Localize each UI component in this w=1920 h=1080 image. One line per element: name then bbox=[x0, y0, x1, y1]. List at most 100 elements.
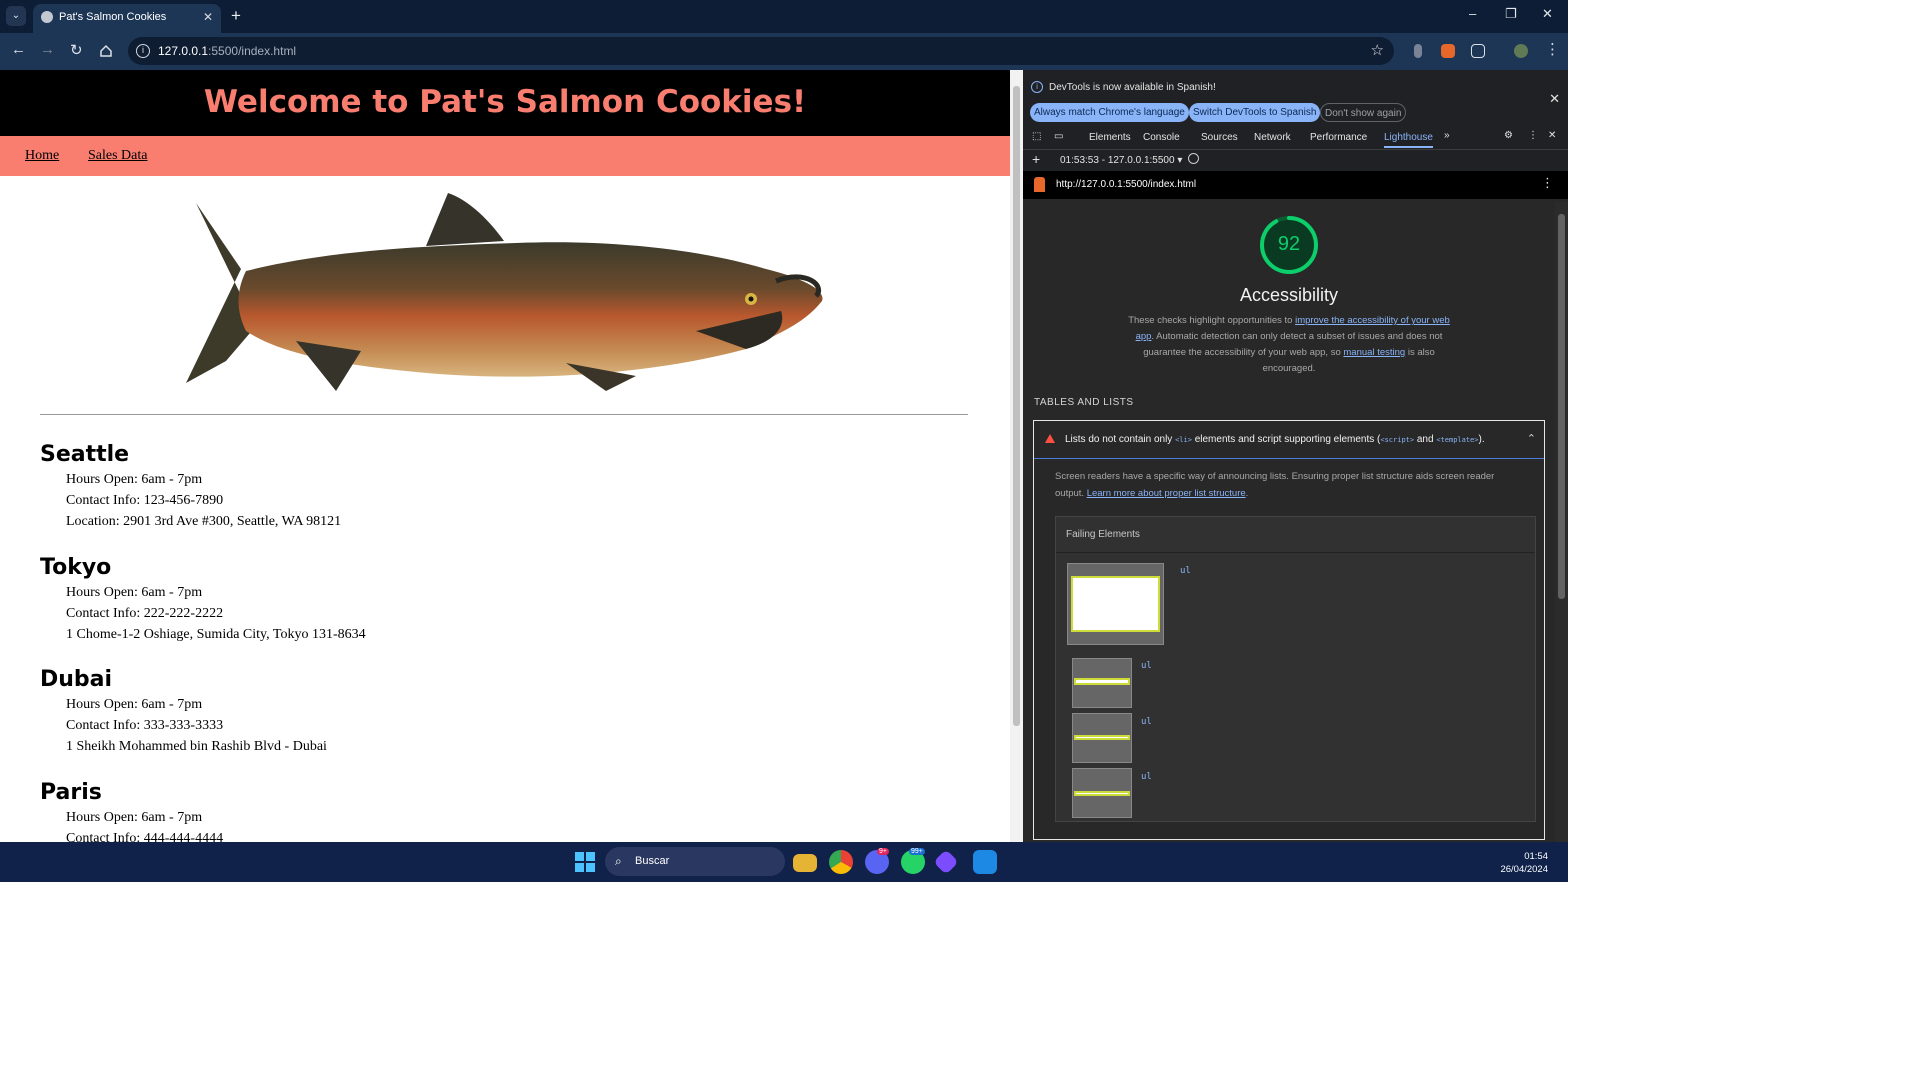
clear-reports-icon[interactable] bbox=[1188, 153, 1199, 164]
forward-icon[interactable]: → bbox=[40, 41, 55, 58]
devtools-scrollbar-thumb[interactable] bbox=[1558, 214, 1565, 599]
info-icon: i bbox=[1031, 81, 1043, 93]
lighthouse-extension-icon[interactable] bbox=[1441, 44, 1455, 58]
audit-list-structure: Lists do not contain only <li> elements … bbox=[1033, 420, 1545, 840]
devtools-scrollbar[interactable] bbox=[1555, 202, 1568, 842]
failing-node-ul[interactable]: ul bbox=[1141, 661, 1152, 671]
address-bar[interactable]: i 127.0.0.1:5500/index.html ☆ bbox=[128, 37, 1394, 65]
element-screenshot[interactable] bbox=[1072, 658, 1132, 708]
city-contact: Contact Info: 333-333-3333 bbox=[66, 718, 224, 733]
learn-more-link[interactable]: Learn more about proper list structure bbox=[1087, 488, 1246, 499]
site-title: Welcome to Pat's Salmon Cookies! bbox=[203, 84, 807, 120]
web-page: Welcome to Pat's Salmon Cookies! Home Sa… bbox=[0, 70, 1010, 842]
lighthouse-toolbar: + 01:53:53 - 127.0.0.1:5500 ▾ bbox=[1023, 150, 1568, 171]
browser-tab-strip: ⌄ Pat's Salmon Cookies ✕ + – ❐ ✕ bbox=[0, 0, 1568, 33]
url-path: :5500/index.html bbox=[208, 44, 297, 58]
city-paris: Paris Hours Open: 6am - 7pm Contact Info… bbox=[40, 779, 223, 842]
failing-node-ul[interactable]: ul bbox=[1180, 566, 1191, 576]
tab-console[interactable]: Console bbox=[1143, 132, 1180, 143]
nav-home-link[interactable]: Home bbox=[25, 148, 59, 164]
lighthouse-report: 92 Accessibility These checks highlight … bbox=[1023, 199, 1568, 842]
more-tabs-icon[interactable]: » bbox=[1444, 130, 1450, 141]
switch-spanish-button[interactable]: Switch DevTools to Spanish bbox=[1189, 103, 1321, 122]
page-scrollbar-thumb[interactable] bbox=[1013, 86, 1020, 726]
city-location: Location: 2901 3rd Ave #300, Seattle, WA… bbox=[66, 514, 342, 529]
city-name: Tokyo bbox=[40, 555, 112, 580]
whatsapp-badge: 99+ bbox=[909, 848, 925, 855]
site-nav: Home Sales Data bbox=[0, 136, 1010, 176]
minimize-button[interactable]: – bbox=[1469, 6, 1476, 21]
windows-taskbar: ⌕ Buscar 9+ 99+ 01:54 26/04/2024 bbox=[0, 842, 1568, 882]
report-url[interactable]: http://127.0.0.1:5500/index.html bbox=[1056, 179, 1196, 190]
tab-title: Pat's Salmon Cookies bbox=[59, 11, 167, 23]
city-tokyo: Tokyo Hours Open: 6am - 7pm Contact Info… bbox=[40, 554, 366, 645]
tab-lighthouse[interactable]: Lighthouse bbox=[1384, 132, 1433, 148]
divider bbox=[40, 414, 968, 415]
city-dubai: Dubai Hours Open: 6am - 7pm Contact Info… bbox=[40, 666, 327, 757]
devtools-close-icon[interactable]: ✕ bbox=[1548, 130, 1556, 141]
failing-node-ul[interactable]: ul bbox=[1141, 717, 1152, 727]
category-description: These checks highlight opportunities to … bbox=[1128, 315, 1450, 374]
nav-sales-data-link[interactable]: Sales Data bbox=[88, 148, 147, 164]
city-contact: Contact Info: 123-456-7890 bbox=[66, 493, 224, 508]
report-url-bar: http://127.0.0.1:5500/index.html ⋮ bbox=[1023, 171, 1568, 199]
site-header: Welcome to Pat's Salmon Cookies! bbox=[0, 70, 1010, 136]
city-location: 1 Sheikh Mohammed bin Rashib Blvd - Duba… bbox=[66, 739, 327, 754]
tab-network[interactable]: Network bbox=[1254, 132, 1291, 143]
city-location: 1 Chome-1-2 Oshiage, Sumida City, Tokyo … bbox=[66, 627, 366, 642]
devtools-menu-icon[interactable]: ⋮ bbox=[1528, 130, 1538, 141]
city-name: Seattle bbox=[40, 442, 130, 467]
globe-icon bbox=[41, 11, 53, 23]
dont-show-again-button[interactable]: Don't show again bbox=[1320, 103, 1407, 122]
git-app-icon[interactable] bbox=[933, 849, 959, 875]
new-tab-button[interactable]: + bbox=[231, 6, 241, 26]
menu-dots-icon[interactable]: ⋮ bbox=[1545, 40, 1560, 58]
close-window-button[interactable]: ✕ bbox=[1542, 6, 1553, 22]
inspect-element-icon[interactable]: ⬚ bbox=[1032, 131, 1041, 142]
settings-gear-icon[interactable]: ⚙ bbox=[1504, 130, 1513, 141]
back-icon[interactable]: ← bbox=[11, 41, 26, 58]
audit-title: Lists do not contain only <li> elements … bbox=[1065, 434, 1485, 445]
match-language-button[interactable]: Always match Chrome's language bbox=[1030, 103, 1189, 122]
element-screenshot[interactable] bbox=[1072, 768, 1132, 818]
taskbar-search[interactable]: ⌕ Buscar bbox=[605, 847, 785, 876]
extension-icon[interactable] bbox=[1414, 44, 1422, 58]
infobar-close-icon[interactable]: ✕ bbox=[1549, 91, 1560, 107]
site-info-icon[interactable]: i bbox=[136, 44, 150, 58]
windows-start-icon[interactable] bbox=[575, 852, 595, 872]
browser-tab[interactable]: Pat's Salmon Cookies ✕ bbox=[33, 4, 221, 33]
infobar-message: DevTools is now available in Spanish! bbox=[1049, 82, 1216, 93]
element-screenshot[interactable] bbox=[1072, 713, 1132, 763]
city-hours: Hours Open: 6am - 7pm bbox=[66, 585, 203, 600]
devtools-language-infobar: i DevTools is now available in Spanish! … bbox=[1023, 70, 1568, 128]
audit-header[interactable]: Lists do not contain only <li> elements … bbox=[1034, 421, 1544, 459]
report-menu-icon[interactable]: ⋮ bbox=[1541, 175, 1554, 191]
new-report-icon[interactable]: + bbox=[1032, 151, 1040, 167]
profile-avatar[interactable] bbox=[1514, 44, 1528, 58]
devtools-panel: i DevTools is now available in Spanish! … bbox=[1023, 70, 1568, 842]
failing-elements-table: Failing Elements ul ul ul ul bbox=[1055, 516, 1536, 822]
tab-search-button[interactable]: ⌄ bbox=[6, 6, 26, 26]
city-name: Paris bbox=[40, 780, 102, 805]
tab-close-icon[interactable]: ✕ bbox=[203, 4, 213, 30]
system-clock[interactable]: 01:54 26/04/2024 bbox=[1500, 850, 1548, 876]
failing-node-ul[interactable]: ul bbox=[1141, 772, 1152, 782]
device-toolbar-icon[interactable]: ▭ bbox=[1054, 131, 1063, 142]
page-scrollbar[interactable] bbox=[1010, 70, 1023, 842]
maximize-button[interactable]: ❐ bbox=[1505, 6, 1517, 22]
chevron-up-icon[interactable]: ⌃ bbox=[1527, 432, 1536, 445]
vscode-icon[interactable] bbox=[973, 850, 997, 874]
manual-testing-link[interactable]: manual testing bbox=[1343, 347, 1405, 358]
file-explorer-icon[interactable] bbox=[793, 854, 817, 872]
report-select[interactable]: 01:53:53 - 127.0.0.1:5500 ▾ bbox=[1060, 155, 1182, 166]
tab-sources[interactable]: Sources bbox=[1201, 132, 1238, 143]
tab-elements[interactable]: Elements bbox=[1089, 132, 1131, 143]
element-screenshot[interactable] bbox=[1067, 563, 1164, 645]
devtools-tab-bar: ⬚ ▭ Elements Console Sources Network Per… bbox=[1023, 128, 1568, 150]
extensions-puzzle-icon[interactable] bbox=[1471, 44, 1485, 58]
home-icon[interactable] bbox=[99, 44, 113, 58]
reload-icon[interactable]: ↻ bbox=[70, 41, 83, 59]
chrome-icon[interactable] bbox=[829, 850, 853, 874]
bookmark-star-icon[interactable]: ☆ bbox=[1371, 37, 1384, 65]
tab-performance[interactable]: Performance bbox=[1310, 132, 1367, 143]
